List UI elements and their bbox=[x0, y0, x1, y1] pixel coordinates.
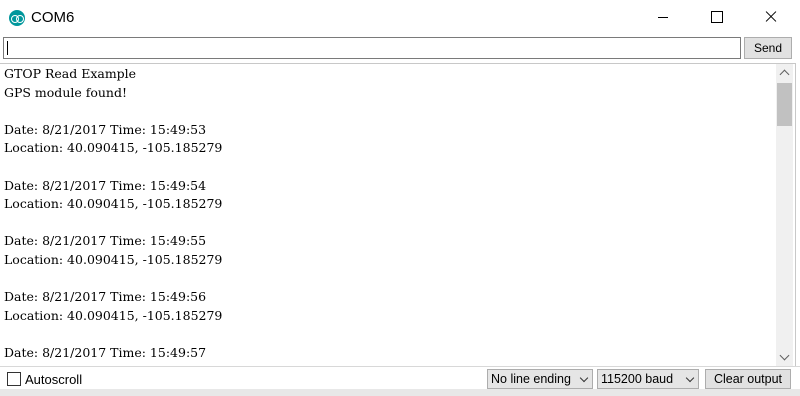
line-ending-select[interactable]: No line ending bbox=[487, 369, 593, 389]
title-bar: COM6 bbox=[0, 0, 800, 35]
serial-input[interactable] bbox=[3, 37, 741, 59]
output-line: GTOP Read Example bbox=[4, 66, 137, 81]
scroll-up-icon[interactable] bbox=[776, 64, 793, 81]
output-line: Location: 40.090415, -105.185279 bbox=[4, 140, 223, 156]
output-line: Location: 40.090415, -105.185279 bbox=[4, 196, 223, 212]
text-cursor bbox=[7, 41, 8, 55]
output-line: Location: 40.090415, -105.185279 bbox=[4, 251, 223, 267]
close-icon[interactable] bbox=[747, 0, 793, 34]
serial-output: GTOP Read Example GPS module found! Date: … bbox=[4, 65, 774, 363]
autoscroll-label: Autoscroll bbox=[25, 372, 83, 387]
clear-output-button[interactable]: Clear output bbox=[705, 369, 791, 389]
baud-rate-select[interactable]: 115200 baud bbox=[597, 369, 699, 389]
arduino-icon bbox=[9, 10, 25, 26]
vertical-scrollbar[interactable] bbox=[776, 64, 793, 366]
window-title: COM6 bbox=[31, 9, 75, 26]
scroll-down-icon[interactable] bbox=[776, 349, 793, 366]
background-window-edge bbox=[0, 389, 800, 396]
maximize-icon[interactable] bbox=[693, 0, 739, 34]
line-ending-value: No line ending bbox=[491, 372, 571, 386]
scroll-thumb[interactable] bbox=[777, 83, 792, 126]
output-line: GPS module found! bbox=[4, 84, 128, 100]
output-line: Date: 8/21/2017 Time: 15:49:54 bbox=[4, 177, 207, 193]
output-line: Date: 8/21/2017 Time: 15:49:56 bbox=[4, 289, 207, 305]
chevron-down-icon bbox=[685, 373, 695, 383]
output-line: Date: 8/21/2017 Time: 15:49:55 bbox=[4, 233, 207, 249]
baud-rate-value: 115200 baud bbox=[601, 372, 674, 386]
autoscroll-checkbox[interactable] bbox=[7, 372, 21, 386]
chevron-down-icon bbox=[579, 373, 589, 383]
output-line: Date: 8/21/2017 Time: 15:49:53 bbox=[4, 121, 207, 137]
output-line: Location: 40.090415, -105.185279 bbox=[4, 307, 223, 323]
minimize-icon[interactable] bbox=[640, 0, 686, 34]
output-line: Date: 8/21/2017 Time: 15:49:57 bbox=[4, 344, 207, 360]
send-button[interactable]: Send bbox=[744, 37, 792, 59]
